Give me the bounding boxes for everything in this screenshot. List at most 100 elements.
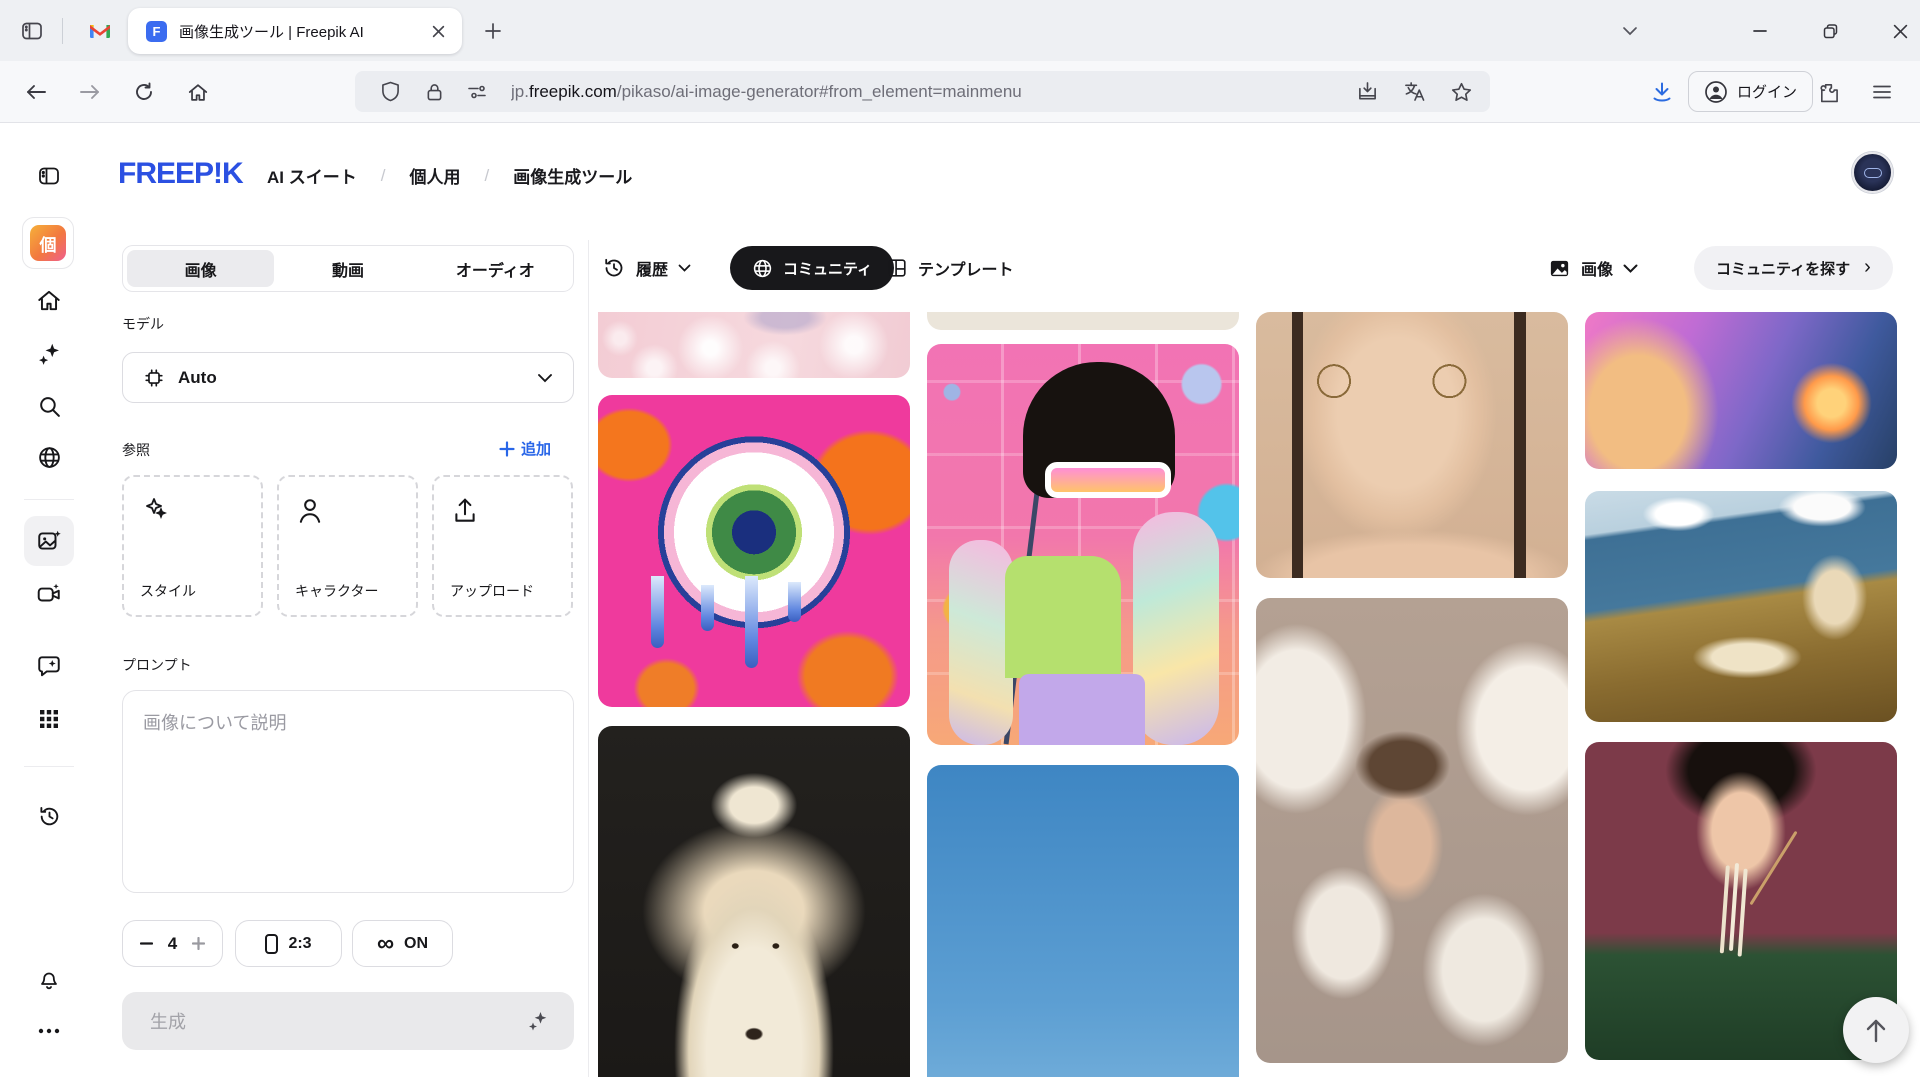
- back-button[interactable]: [16, 72, 56, 112]
- active-tab[interactable]: F 画像生成ツール | Freepik AI: [128, 8, 462, 54]
- tab-sidebar-toggle-button[interactable]: [16, 16, 48, 46]
- account-login-button[interactable]: ログイン: [1688, 71, 1813, 112]
- tab-close-button[interactable]: [426, 19, 450, 43]
- sidebar-item-notifications[interactable]: [35, 964, 63, 992]
- sidebar-item-apps-grid[interactable]: [35, 705, 63, 733]
- breadcrumb-suite[interactable]: AI スイート: [267, 163, 357, 188]
- decoration: [651, 576, 664, 648]
- generate-button[interactable]: 生成: [122, 992, 574, 1050]
- tab-list-dropdown-button[interactable]: [1613, 16, 1647, 46]
- count-increase-button[interactable]: [187, 933, 209, 955]
- reload-button[interactable]: [124, 72, 164, 112]
- decoration: [788, 582, 801, 622]
- forward-button[interactable]: [70, 72, 110, 112]
- freepik-logo[interactable]: FREEP!K: [118, 157, 243, 191]
- template-tab-button[interactable]: テンプレート: [886, 246, 1014, 290]
- community-tab-button[interactable]: コミュニティ: [730, 246, 894, 290]
- character-person-icon: [297, 497, 323, 525]
- character-reference-card[interactable]: キャラクター: [277, 475, 418, 617]
- gallery-image-neon-sunset[interactable]: [1585, 312, 1897, 469]
- bookmark-star-button[interactable]: [1448, 79, 1474, 105]
- sidebar-item-video-generator[interactable]: [35, 580, 63, 608]
- ellipsis-icon: [37, 1028, 61, 1034]
- window-close-button[interactable]: [1883, 16, 1917, 46]
- model-select[interactable]: Auto: [122, 352, 574, 403]
- gallery-image-cliff-couple[interactable]: [1585, 491, 1897, 722]
- count-decrease-button[interactable]: [136, 933, 158, 955]
- history-clock-icon: [37, 804, 62, 829]
- new-tab-button[interactable]: [478, 16, 508, 46]
- hamburger-menu-icon: [1872, 84, 1892, 100]
- character-card-label: キャラクター: [295, 581, 378, 601]
- tab-audio[interactable]: オーディオ: [422, 250, 569, 287]
- sidebar-item-image-generator[interactable]: [35, 527, 63, 555]
- collapse-panel-button[interactable]: [35, 162, 63, 190]
- gallery-image-pop-singer[interactable]: [927, 344, 1239, 745]
- gallery-column-4: [1585, 312, 1897, 1077]
- home-button[interactable]: [178, 72, 218, 112]
- gallery-image-statues[interactable]: [1256, 598, 1568, 1063]
- decoration: [1019, 674, 1145, 745]
- gallery-image-sky-girl[interactable]: [927, 765, 1239, 1077]
- generate-label: 生成: [150, 1008, 186, 1034]
- sidebar-item-explore[interactable]: [35, 443, 63, 471]
- gallery-image-beige[interactable]: [927, 312, 1239, 330]
- reference-cards: スタイル キャラクター アップロード: [122, 475, 573, 617]
- reference-label: 参照: [122, 440, 150, 460]
- sidebar-item-history[interactable]: [35, 802, 63, 830]
- downloads-button[interactable]: [1642, 72, 1682, 112]
- explore-community-button[interactable]: コミュニティを探す ›: [1694, 246, 1893, 290]
- sidebar-item-ai-tools[interactable]: [35, 340, 63, 368]
- chevron-down-icon: [537, 373, 553, 383]
- toggle-state-label: ON: [404, 935, 428, 953]
- sidebar-item-search[interactable]: [35, 392, 63, 420]
- tab-image[interactable]: 画像: [127, 250, 274, 287]
- save-page-button[interactable]: [1354, 79, 1380, 105]
- workspace-switcher-button[interactable]: 個: [22, 217, 74, 269]
- sidebar-item-home[interactable]: [35, 286, 63, 314]
- window-restore-button[interactable]: [1813, 16, 1847, 46]
- window-minimize-button[interactable]: [1743, 16, 1777, 46]
- sidebar-item-more[interactable]: [35, 1017, 63, 1045]
- scroll-to-top-button[interactable]: [1843, 997, 1909, 1063]
- tab-video[interactable]: 動画: [274, 250, 421, 287]
- login-label: ログイン: [1737, 81, 1797, 102]
- upload-reference-card[interactable]: アップロード: [432, 475, 573, 617]
- reload-icon: [134, 82, 154, 102]
- prompt-input[interactable]: [122, 690, 574, 893]
- add-reference-button[interactable]: 追加: [499, 438, 551, 459]
- puzzle-icon: [1818, 82, 1839, 103]
- aspect-ratio-button[interactable]: 2:3: [235, 920, 342, 967]
- sidebar-item-ai-chat[interactable]: [35, 652, 63, 680]
- chevron-down-icon: [1623, 264, 1638, 273]
- gallery-image-eye-art[interactable]: [598, 395, 910, 707]
- upload-card-label: アップロード: [450, 581, 534, 601]
- style-reference-card[interactable]: スタイル: [122, 475, 263, 617]
- pinned-tab-gmail[interactable]: [82, 13, 118, 49]
- url-bar[interactable]: jp.freepik.com/pikaso/ai-image-generator…: [355, 71, 1490, 112]
- shield-icon[interactable]: [377, 79, 403, 105]
- translate-button[interactable]: [1401, 79, 1427, 105]
- lock-icon[interactable]: [421, 79, 447, 105]
- save-page-icon: [1357, 81, 1378, 102]
- extensions-button[interactable]: [1808, 72, 1848, 112]
- model-label: モデル: [122, 314, 164, 334]
- decoration: [745, 576, 758, 668]
- restore-icon: [1823, 24, 1838, 39]
- history-dropdown-button[interactable]: 履歴: [602, 246, 691, 290]
- breadcrumb-separator: /: [484, 166, 489, 186]
- workspace-avatar: 個: [30, 225, 66, 261]
- plus-icon: [192, 937, 205, 950]
- breadcrumb-tool[interactable]: 画像生成ツール: [513, 163, 632, 188]
- endless-generation-toggle[interactable]: ∞ ON: [352, 920, 453, 967]
- site-permissions-icon[interactable]: [465, 79, 491, 105]
- gallery-image-sparkle[interactable]: [598, 312, 910, 378]
- breadcrumb-personal[interactable]: 個人用: [409, 163, 460, 188]
- profile-avatar[interactable]: [1852, 152, 1893, 193]
- forward-arrow-icon: [79, 83, 101, 101]
- content-type-dropdown[interactable]: 画像: [1548, 246, 1638, 290]
- url-text[interactable]: jp.freepik.com/pikaso/ai-image-generator…: [511, 82, 1022, 102]
- gallery-image-white-dog[interactable]: [598, 726, 910, 1077]
- app-menu-button[interactable]: [1862, 72, 1902, 112]
- gallery-image-braids-girl[interactable]: [1256, 312, 1568, 578]
